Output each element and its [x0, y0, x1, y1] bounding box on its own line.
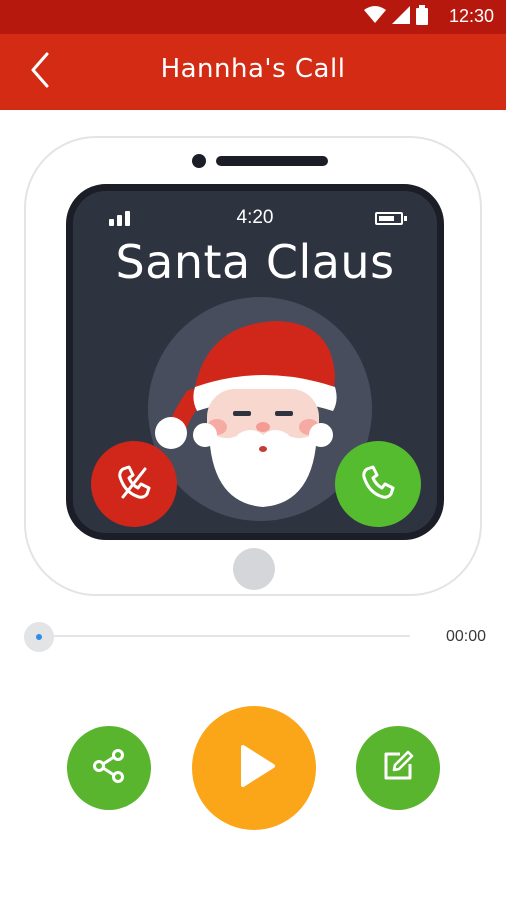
- progress-track[interactable]: [54, 635, 410, 637]
- wifi-icon: [364, 6, 386, 28]
- edit-button[interactable]: [356, 726, 440, 810]
- accept-call-button[interactable]: [335, 441, 421, 527]
- phone-preview: 4:20 Santa Claus: [24, 136, 482, 596]
- status-icons: [364, 5, 428, 29]
- phone-battery-icon: [375, 212, 407, 225]
- battery-icon: [416, 5, 428, 29]
- decline-call-button[interactable]: [91, 441, 177, 527]
- page-title: Hannha's Call: [160, 54, 346, 84]
- home-button: [233, 548, 275, 590]
- status-time: 12:30: [448, 6, 494, 26]
- incoming-call-screen: 4:20 Santa Claus: [66, 184, 444, 540]
- share-button[interactable]: [67, 726, 151, 810]
- share-icon: [89, 746, 129, 790]
- front-camera: [192, 154, 206, 168]
- phone-icon: [355, 459, 401, 509]
- status-bar: 12:30: [0, 0, 506, 34]
- elapsed-time: 00:00: [445, 628, 486, 645]
- cell-signal-icon: [392, 6, 410, 28]
- play-icon: [229, 741, 279, 795]
- app-bar: Hannha's Call: [0, 34, 506, 110]
- progress-knob[interactable]: [24, 622, 54, 652]
- phone-hangup-icon: [111, 459, 157, 509]
- audio-player: 00:00: [20, 620, 490, 654]
- caller-name: Santa Claus: [115, 235, 395, 289]
- earpiece-speaker: [216, 156, 328, 166]
- edit-note-icon: [378, 746, 418, 790]
- play-button[interactable]: [192, 706, 316, 830]
